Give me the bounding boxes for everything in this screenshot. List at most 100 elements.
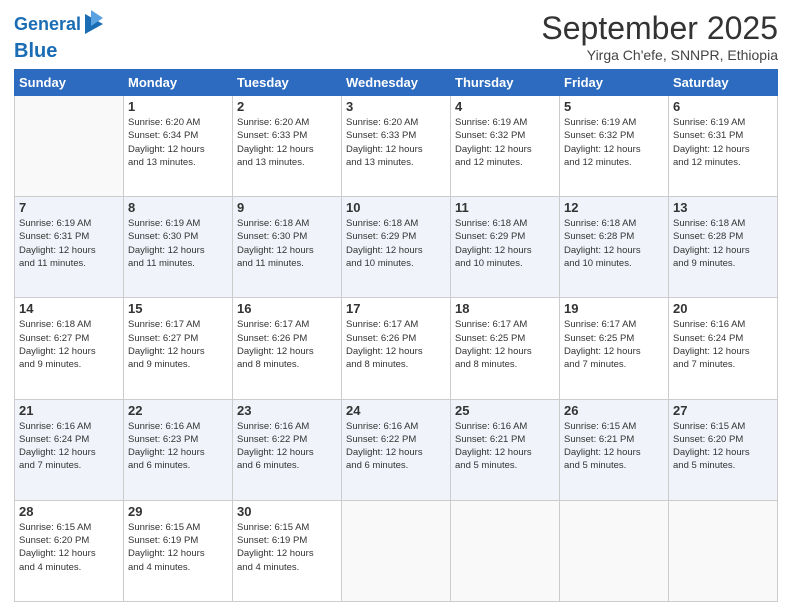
day-info: Sunrise: 6:16 AM Sunset: 6:22 PM Dayligh… xyxy=(346,420,446,473)
day-number: 1 xyxy=(128,99,228,114)
calendar-cell: 28Sunrise: 6:15 AM Sunset: 6:20 PM Dayli… xyxy=(15,500,124,601)
calendar-cell: 7 Sunrise: 6:19 AM Sunset: 6:31 PM Daylig… xyxy=(15,197,124,298)
weekday-header: Sunday xyxy=(15,70,124,96)
calendar-cell: 27 Sunrise: 6:15 AM Sunset: 6:20 PM Dayli… xyxy=(669,399,778,500)
calendar-cell xyxy=(15,96,124,197)
calendar-cell: 30 Sunrise: 6:15 AM Sunset: 6:19 PM Dayli… xyxy=(233,500,342,601)
calendar-week-row: 1 Sunrise: 6:20 AM Sunset: 6:34 PM Daylig… xyxy=(15,96,778,197)
day-number: 6 xyxy=(673,99,773,114)
day-info: Sunrise: 6:19 AM Sunset: 6:30 PM Dayligh… xyxy=(128,217,228,270)
day-number: 14 xyxy=(19,301,119,316)
weekday-header: Saturday xyxy=(669,70,778,96)
weekday-header: Friday xyxy=(560,70,669,96)
calendar-cell: 22 Sunrise: 6:16 AM Sunset: 6:23 PM Dayli… xyxy=(124,399,233,500)
calendar-cell: 20 Sunrise: 6:16 AM Sunset: 6:24 PM Dayli… xyxy=(669,298,778,399)
calendar-cell: 17Sunrise: 6:17 AM Sunset: 6:26 PM Dayli… xyxy=(342,298,451,399)
day-info: Sunrise: 6:17 AM Sunset: 6:26 PM Dayligh… xyxy=(346,318,446,371)
page: General Blue September 2025 Yirga Ch'efe… xyxy=(0,0,792,612)
calendar-cell: 9 Sunrise: 6:18 AM Sunset: 6:30 PM Daylig… xyxy=(233,197,342,298)
day-number: 11 xyxy=(455,200,555,215)
logo-blue: Blue xyxy=(14,40,57,62)
day-number: 22 xyxy=(128,403,228,418)
calendar-cell: 2 Sunrise: 6:20 AM Sunset: 6:33 PM Daylig… xyxy=(233,96,342,197)
day-number: 19 xyxy=(564,301,664,316)
day-number: 25 xyxy=(455,403,555,418)
calendar-cell: 12 Sunrise: 6:18 AM Sunset: 6:28 PM Dayli… xyxy=(560,197,669,298)
day-info: Sunrise: 6:19 AM Sunset: 6:32 PM Dayligh… xyxy=(564,116,664,169)
calendar-table: SundayMondayTuesdayWednesdayThursdayFrid… xyxy=(14,69,778,602)
weekday-header: Wednesday xyxy=(342,70,451,96)
calendar-cell xyxy=(342,500,451,601)
day-number: 4 xyxy=(455,99,555,114)
day-number: 21 xyxy=(19,403,119,418)
calendar-cell: 21 Sunrise: 6:16 AM Sunset: 6:24 PM Dayli… xyxy=(15,399,124,500)
header: General Blue September 2025 Yirga Ch'efe… xyxy=(14,10,778,63)
calendar-cell: 5 Sunrise: 6:19 AM Sunset: 6:32 PM Daylig… xyxy=(560,96,669,197)
day-info: Sunrise: 6:15 AM Sunset: 6:19 PM Dayligh… xyxy=(237,521,337,574)
day-info: Sunrise: 6:15 AM Sunset: 6:20 PM Dayligh… xyxy=(19,521,119,574)
logo-general: General xyxy=(14,14,81,34)
day-number: 20 xyxy=(673,301,773,316)
calendar-cell: 11 Sunrise: 6:18 AM Sunset: 6:29 PM Dayli… xyxy=(451,197,560,298)
calendar-cell: 6 Sunrise: 6:19 AM Sunset: 6:31 PM Daylig… xyxy=(669,96,778,197)
calendar-cell: 13 Sunrise: 6:18 AM Sunset: 6:28 PM Dayli… xyxy=(669,197,778,298)
calendar-cell: 26Sunrise: 6:15 AM Sunset: 6:21 PM Dayli… xyxy=(560,399,669,500)
day-info: Sunrise: 6:16 AM Sunset: 6:24 PM Dayligh… xyxy=(673,318,773,371)
day-info: Sunrise: 6:18 AM Sunset: 6:29 PM Dayligh… xyxy=(455,217,555,270)
day-info: Sunrise: 6:18 AM Sunset: 6:30 PM Dayligh… xyxy=(237,217,337,270)
day-number: 7 xyxy=(19,200,119,215)
day-info: Sunrise: 6:18 AM Sunset: 6:29 PM Dayligh… xyxy=(346,217,446,270)
day-number: 26 xyxy=(564,403,664,418)
calendar-cell: 8 Sunrise: 6:19 AM Sunset: 6:30 PM Daylig… xyxy=(124,197,233,298)
day-info: Sunrise: 6:20 AM Sunset: 6:34 PM Dayligh… xyxy=(128,116,228,169)
calendar-cell: 4 Sunrise: 6:19 AM Sunset: 6:32 PM Daylig… xyxy=(451,96,560,197)
weekday-header: Monday xyxy=(124,70,233,96)
day-info: Sunrise: 6:17 AM Sunset: 6:27 PM Dayligh… xyxy=(128,318,228,371)
day-number: 23 xyxy=(237,403,337,418)
day-info: Sunrise: 6:17 AM Sunset: 6:26 PM Dayligh… xyxy=(237,318,337,371)
weekday-header: Tuesday xyxy=(233,70,342,96)
month-title: September 2025 xyxy=(541,10,778,47)
day-number: 3 xyxy=(346,99,446,114)
day-number: 8 xyxy=(128,200,228,215)
day-info: Sunrise: 6:15 AM Sunset: 6:19 PM Dayligh… xyxy=(128,521,228,574)
calendar-week-row: 21 Sunrise: 6:16 AM Sunset: 6:24 PM Dayli… xyxy=(15,399,778,500)
day-info: Sunrise: 6:17 AM Sunset: 6:25 PM Dayligh… xyxy=(455,318,555,371)
day-info: Sunrise: 6:20 AM Sunset: 6:33 PM Dayligh… xyxy=(237,116,337,169)
day-info: Sunrise: 6:19 AM Sunset: 6:31 PM Dayligh… xyxy=(19,217,119,270)
day-info: Sunrise: 6:16 AM Sunset: 6:22 PM Dayligh… xyxy=(237,420,337,473)
day-info: Sunrise: 6:16 AM Sunset: 6:23 PM Dayligh… xyxy=(128,420,228,473)
day-info: Sunrise: 6:17 AM Sunset: 6:25 PM Dayligh… xyxy=(564,318,664,371)
day-number: 30 xyxy=(237,504,337,519)
day-number: 10 xyxy=(346,200,446,215)
calendar-cell xyxy=(560,500,669,601)
day-number: 15 xyxy=(128,301,228,316)
day-number: 12 xyxy=(564,200,664,215)
day-info: Sunrise: 6:15 AM Sunset: 6:20 PM Dayligh… xyxy=(673,420,773,473)
day-info: Sunrise: 6:20 AM Sunset: 6:33 PM Dayligh… xyxy=(346,116,446,169)
logo-icon xyxy=(83,10,105,38)
day-number: 29 xyxy=(128,504,228,519)
day-info: Sunrise: 6:19 AM Sunset: 6:31 PM Dayligh… xyxy=(673,116,773,169)
logo: General Blue xyxy=(14,10,105,62)
day-number: 2 xyxy=(237,99,337,114)
calendar-cell: 24Sunrise: 6:16 AM Sunset: 6:22 PM Dayli… xyxy=(342,399,451,500)
day-number: 5 xyxy=(564,99,664,114)
day-info: Sunrise: 6:18 AM Sunset: 6:27 PM Dayligh… xyxy=(19,318,119,371)
day-number: 9 xyxy=(237,200,337,215)
day-info: Sunrise: 6:18 AM Sunset: 6:28 PM Dayligh… xyxy=(673,217,773,270)
day-number: 27 xyxy=(673,403,773,418)
day-info: Sunrise: 6:19 AM Sunset: 6:32 PM Dayligh… xyxy=(455,116,555,169)
calendar-cell: 18Sunrise: 6:17 AM Sunset: 6:25 PM Dayli… xyxy=(451,298,560,399)
calendar-week-row: 7 Sunrise: 6:19 AM Sunset: 6:31 PM Daylig… xyxy=(15,197,778,298)
day-number: 16 xyxy=(237,301,337,316)
calendar-cell: 10 Sunrise: 6:18 AM Sunset: 6:29 PM Dayli… xyxy=(342,197,451,298)
day-info: Sunrise: 6:16 AM Sunset: 6:24 PM Dayligh… xyxy=(19,420,119,473)
title-block: September 2025 Yirga Ch'efe, SNNPR, Ethi… xyxy=(541,10,778,63)
day-number: 13 xyxy=(673,200,773,215)
day-info: Sunrise: 6:18 AM Sunset: 6:28 PM Dayligh… xyxy=(564,217,664,270)
calendar-cell: 14 Sunrise: 6:18 AM Sunset: 6:27 PM Dayli… xyxy=(15,298,124,399)
calendar-week-row: 14 Sunrise: 6:18 AM Sunset: 6:27 PM Dayli… xyxy=(15,298,778,399)
calendar-cell: 3 Sunrise: 6:20 AM Sunset: 6:33 PM Daylig… xyxy=(342,96,451,197)
weekday-header: Thursday xyxy=(451,70,560,96)
